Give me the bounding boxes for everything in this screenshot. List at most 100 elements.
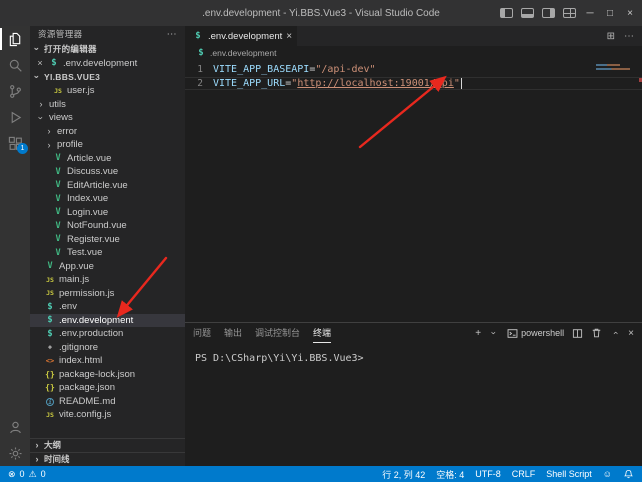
tree-item-.env[interactable]: $.env bbox=[30, 300, 185, 314]
tree-item-.gitignore[interactable]: ◆.gitignore bbox=[30, 341, 185, 355]
tree-item-login.vue[interactable]: VLogin.vue bbox=[30, 206, 185, 220]
chevron-collapsed-icon: › bbox=[44, 126, 54, 136]
tree-item-index.vue[interactable]: VIndex.vue bbox=[30, 192, 185, 206]
vue-file-icon: V bbox=[52, 180, 64, 190]
tab-close-icon[interactable]: × bbox=[286, 31, 292, 42]
terminal-dropdown-icon[interactable]: › bbox=[489, 328, 499, 338]
tree-item-package.json[interactable]: {}package.json bbox=[30, 381, 185, 395]
status-item[interactable]: CRLF bbox=[512, 469, 536, 479]
open-editor-item[interactable]: ×$.env.development bbox=[30, 56, 185, 70]
vue-file-icon: V bbox=[52, 207, 64, 217]
sidebar-more-actions-icon[interactable]: ⋯ bbox=[167, 29, 177, 40]
breadcrumb[interactable]: $ .env.development bbox=[185, 46, 642, 60]
panel-tab-3[interactable]: 终端 bbox=[313, 323, 331, 343]
status-item[interactable]: Shell Script bbox=[546, 469, 592, 479]
split-editor-icon[interactable]: ⊞ bbox=[607, 31, 615, 42]
tree-item-profile[interactable]: ›profile bbox=[30, 138, 185, 152]
search-icon[interactable] bbox=[0, 52, 30, 78]
account-icon[interactable] bbox=[0, 414, 30, 440]
maximize-button[interactable]: □ bbox=[604, 8, 616, 19]
sidebar-section-大纲[interactable]: ›大纲 bbox=[30, 438, 185, 452]
vue-file-icon: V bbox=[44, 261, 56, 271]
tree-item-.env.production[interactable]: $.env.production bbox=[30, 327, 185, 341]
panel-tab-1[interactable]: 输出 bbox=[224, 323, 242, 343]
project-name-label: YI.BBS.VUE3 bbox=[44, 72, 100, 82]
tree-item-label: Discuss.vue bbox=[67, 166, 118, 177]
tree-item-index.html[interactable]: <>index.html bbox=[30, 354, 185, 368]
open-editors-section-header[interactable]: › 打开的编辑器 bbox=[30, 42, 185, 56]
tree-item-discuss.vue[interactable]: VDiscuss.vue bbox=[30, 165, 185, 179]
md-file-icon: i bbox=[44, 397, 56, 406]
tree-item-register.vue[interactable]: VRegister.vue bbox=[30, 233, 185, 247]
tree-item-label: package.json bbox=[59, 382, 115, 393]
panel-tab-2[interactable]: 调试控制台 bbox=[255, 323, 300, 343]
explorer-icon[interactable] bbox=[0, 26, 30, 52]
tree-item-article.vue[interactable]: VArticle.vue bbox=[30, 152, 185, 166]
chevron-collapsed-icon: › bbox=[32, 454, 42, 464]
section-label: 大纲 bbox=[44, 439, 61, 451]
panel-tab-0[interactable]: 问题 bbox=[193, 323, 211, 343]
status-item[interactable]: 行 2, 列 42 bbox=[382, 468, 425, 481]
code-line-2[interactable]: 2VITE_APP_URL="http://localhost:19001/ap… bbox=[185, 77, 642, 91]
extensions-icon[interactable]: 1 bbox=[0, 130, 30, 156]
line-number: 1 bbox=[185, 64, 213, 75]
tree-item-editarticle.vue[interactable]: VEditArticle.vue bbox=[30, 179, 185, 193]
tree-item-error[interactable]: ›error bbox=[30, 125, 185, 139]
run-debug-icon[interactable] bbox=[0, 104, 30, 130]
editor-more-actions-icon[interactable]: ⋯ bbox=[624, 31, 634, 42]
sidebar-section-时间线[interactable]: ›时间线 bbox=[30, 452, 185, 466]
tree-item-label: profile bbox=[57, 139, 83, 150]
status-item[interactable]: UTF-8 bbox=[475, 469, 501, 479]
tree-item-label: user.js bbox=[67, 85, 94, 96]
toggle-panel-icon[interactable] bbox=[521, 8, 534, 18]
settings-gear-icon[interactable] bbox=[0, 440, 30, 466]
notifications-bell-icon[interactable] bbox=[623, 469, 634, 480]
tree-item-user.js[interactable]: JSuser.js bbox=[30, 84, 185, 98]
tree-item-label: Test.vue bbox=[67, 247, 102, 258]
close-button[interactable]: × bbox=[624, 8, 636, 19]
tree-item-readme.md[interactable]: iREADME.md bbox=[30, 395, 185, 409]
error-count: 0 bbox=[20, 469, 25, 479]
split-terminal-icon[interactable] bbox=[572, 328, 583, 339]
project-section-header[interactable]: › YI.BBS.VUE3 bbox=[30, 70, 185, 84]
tree-item-vite.config.js[interactable]: JSvite.config.js bbox=[30, 408, 185, 422]
tab-env-development[interactable]: $ .env.development × bbox=[185, 26, 297, 46]
tree-item-.env.development[interactable]: $.env.development bbox=[30, 314, 185, 328]
terminal-content[interactable]: PS D:\CSharp\Yi\Yi.BBS.Vue3> bbox=[185, 343, 642, 364]
tree-item-notfound.vue[interactable]: VNotFound.vue bbox=[30, 219, 185, 233]
problems-status[interactable]: ⊗ 0 ⚠ 0 bbox=[8, 469, 46, 480]
minimize-button[interactable]: ─ bbox=[584, 8, 596, 19]
js-file-icon: JS bbox=[44, 411, 56, 419]
kill-terminal-icon[interactable] bbox=[591, 327, 602, 339]
tree-item-app.vue[interactable]: VApp.vue bbox=[30, 260, 185, 274]
chevron-collapsed-icon: › bbox=[36, 99, 46, 109]
toggle-primary-sidebar-icon[interactable] bbox=[500, 8, 513, 18]
vue-file-icon: V bbox=[52, 167, 64, 177]
tree-item-utils[interactable]: ›utils bbox=[30, 98, 185, 112]
tree-item-package-lock.json[interactable]: {}package-lock.json bbox=[30, 368, 185, 382]
warning-icon: ⚠ bbox=[29, 469, 37, 480]
new-terminal-icon[interactable]: + bbox=[475, 328, 481, 339]
tree-item-test.vue[interactable]: VTest.vue bbox=[30, 246, 185, 260]
customize-layout-icon[interactable] bbox=[563, 8, 576, 18]
vue-file-icon: V bbox=[52, 234, 64, 244]
code-line-1[interactable]: 1VITE_APP_BASEAPI="/api-dev" bbox=[185, 63, 642, 77]
toggle-secondary-sidebar-icon[interactable] bbox=[542, 8, 555, 18]
shell-selector[interactable]: powershell bbox=[507, 328, 564, 339]
maximize-panel-icon[interactable]: › bbox=[610, 328, 620, 338]
source-control-icon[interactable] bbox=[0, 78, 30, 104]
status-item[interactable]: 空格: 4 bbox=[436, 468, 464, 481]
minimap[interactable] bbox=[596, 64, 630, 72]
close-panel-icon[interactable]: × bbox=[628, 328, 634, 339]
tree-item-main.js[interactable]: JSmain.js bbox=[30, 273, 185, 287]
feedback-smiley-icon[interactable]: ☺ bbox=[603, 469, 612, 479]
tree-item-permission.js[interactable]: JSpermission.js bbox=[30, 287, 185, 301]
close-icon[interactable]: × bbox=[35, 58, 45, 68]
terminal-prompt: PS D:\CSharp\Yi\Yi.BBS.Vue3> bbox=[195, 353, 364, 364]
html-file-icon: <> bbox=[44, 357, 56, 365]
window-controls: ─ □ × bbox=[500, 0, 636, 26]
tree-item-views[interactable]: ›views bbox=[30, 111, 185, 125]
editor-group: $ .env.development × ⊞ ⋯ $ .env.developm… bbox=[185, 26, 642, 466]
tree-item-label: Article.vue bbox=[67, 153, 111, 164]
panel-actions: + › powershell › × bbox=[475, 327, 634, 339]
